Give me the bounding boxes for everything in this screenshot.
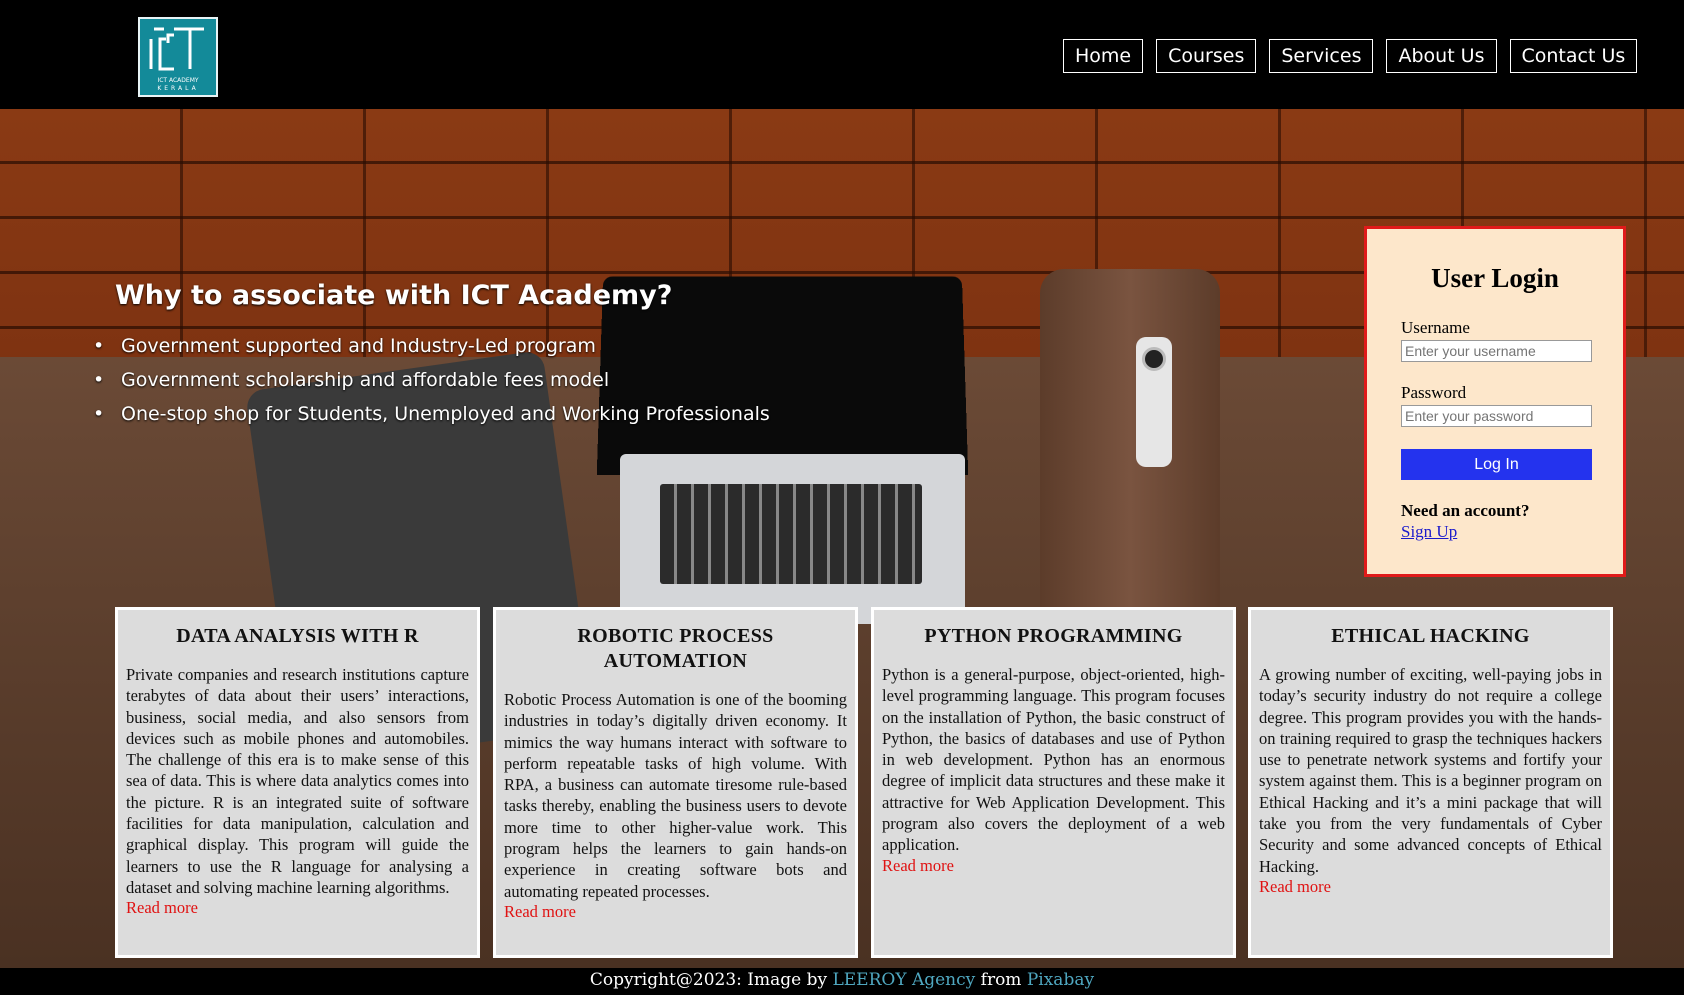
password-label: Password xyxy=(1401,383,1467,402)
read-more-link[interactable]: Read more xyxy=(1259,877,1602,897)
nav-contact-us[interactable]: Contact Us xyxy=(1509,39,1638,73)
course-card-ethical-hacking: ETHICAL HACKING A growing number of exci… xyxy=(1248,607,1613,958)
nav-about-us[interactable]: About Us xyxy=(1386,39,1497,73)
password-input[interactable] xyxy=(1401,405,1592,427)
username-label: Username xyxy=(1401,318,1470,337)
site-header: ICT ACADEMY KERALA Home Courses Services… xyxy=(0,0,1684,109)
course-description: Python is a general-purpose, object-orie… xyxy=(882,665,1225,855)
course-title: ETHICAL HACKING xyxy=(1331,625,1530,647)
course-description: Private companies and research instituti… xyxy=(126,665,469,897)
course-title: DATA ANALYSIS WITH R xyxy=(176,625,419,647)
intro-section: Why to associate with ICT Academy? Gover… xyxy=(93,280,770,431)
copyright-text: Copyright@2023: Image by xyxy=(589,970,828,990)
nav-courses[interactable]: Courses xyxy=(1156,39,1257,73)
course-description: Robotic Process Automation is one of the… xyxy=(504,690,847,901)
nav-services[interactable]: Services xyxy=(1269,39,1374,73)
main-nav: Home Courses Services About Us Contact U… xyxy=(1063,39,1650,73)
read-more-link[interactable]: Read more xyxy=(504,902,847,922)
course-card-rpa: ROBOTIC PROCESS AUTOMATION Robotic Proce… xyxy=(493,607,858,958)
intro-point: One-stop shop for Students, Unemployed a… xyxy=(93,397,770,431)
read-more-link[interactable]: Read more xyxy=(882,856,1225,876)
signup-link[interactable]: Sign Up xyxy=(1401,522,1457,542)
ict-academy-logo[interactable]: ICT ACADEMY KERALA xyxy=(138,17,218,97)
course-card-data-analysis: DATA ANALYSIS WITH R Private companies a… xyxy=(115,607,480,958)
logo-text: ICT ACADEMY xyxy=(157,77,199,84)
read-more-link[interactable]: Read more xyxy=(126,898,469,918)
intro-point: Government supported and Industry-Led pr… xyxy=(93,329,770,363)
course-title: ROBOTIC PROCESS AUTOMATION xyxy=(577,625,774,672)
need-account-text: Need an account? xyxy=(1401,501,1530,520)
logo-mark-icon xyxy=(149,27,204,71)
course-card-python: PYTHON PROGRAMMING Python is a general-p… xyxy=(871,607,1236,958)
course-title: PYTHON PROGRAMMING xyxy=(924,625,1183,647)
intro-heading: Why to associate with ICT Academy? xyxy=(115,280,673,311)
remote-control xyxy=(1136,337,1172,467)
credit-link-pixabay[interactable]: Pixabay xyxy=(1027,970,1094,990)
nav-home[interactable]: Home xyxy=(1063,39,1144,73)
intro-point: Government scholarship and affordable fe… xyxy=(93,363,770,397)
login-button[interactable]: Log In xyxy=(1401,449,1592,480)
course-description: A growing number of exciting, well-payin… xyxy=(1259,665,1602,876)
username-input[interactable] xyxy=(1401,340,1592,362)
footer-from: from xyxy=(980,970,1022,990)
credit-link-leeroy[interactable]: LEEROY Agency xyxy=(832,970,975,990)
intro-points: Government supported and Industry-Led pr… xyxy=(93,329,770,431)
logo-subtext: KERALA xyxy=(157,85,199,92)
laptop-keyboard xyxy=(660,484,922,584)
login-panel: User Login Username Password Log In Need… xyxy=(1364,226,1626,577)
remote-button xyxy=(1142,347,1166,371)
site-footer: Copyright@2023: Image by LEEROY Agency f… xyxy=(0,968,1684,995)
login-title: User Login xyxy=(1431,263,1559,293)
